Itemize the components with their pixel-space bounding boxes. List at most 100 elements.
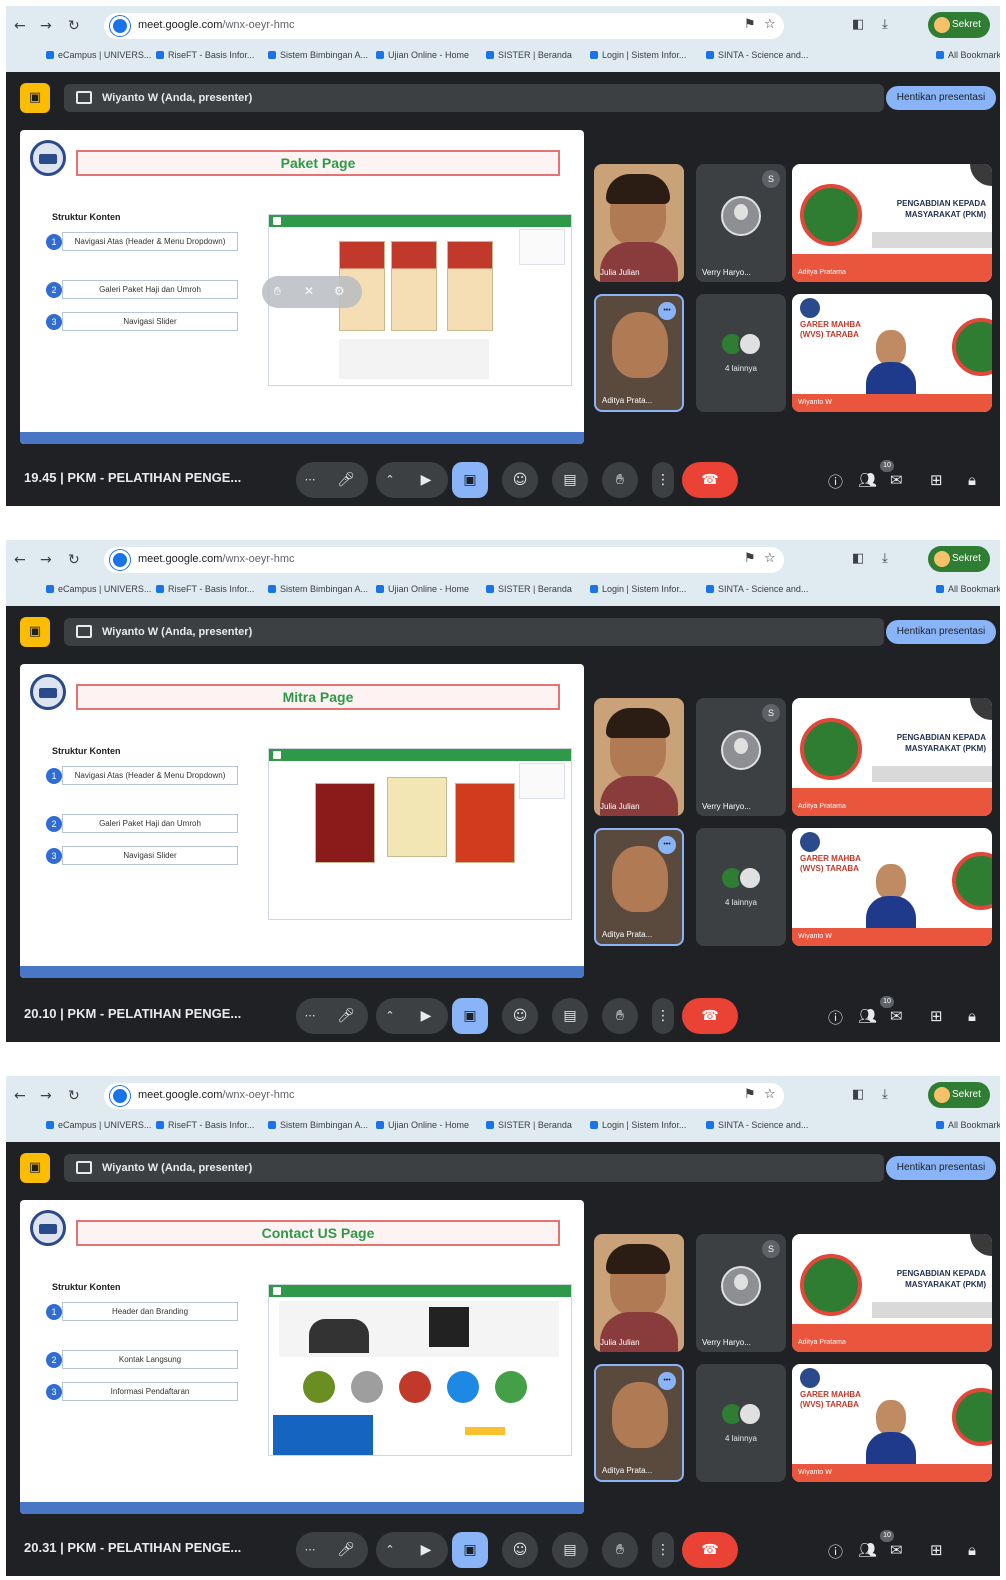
camera-options-button[interactable]: ⌃ [376, 1532, 404, 1568]
mic-button[interactable]: 🎤︎ [324, 1532, 368, 1568]
chat-icon[interactable]: ✉︎ [890, 471, 903, 489]
end-call-button[interactable]: ☎︎ [682, 462, 738, 498]
profile-button[interactable]: Sekret [928, 1082, 990, 1108]
bookmark-item[interactable]: RiseFT - Basis Infor... [156, 1120, 254, 1130]
bookmark-item[interactable]: RiseFT - Basis Infor... [156, 584, 254, 594]
bookmark-item[interactable]: eCampus | UNIVERS... [46, 1120, 151, 1130]
extensions-icon[interactable]: ◧ [852, 1087, 864, 1102]
translate-icon[interactable]: ⚑ [744, 17, 756, 32]
translate-icon[interactable]: ⚑ [744, 551, 756, 566]
camera-button[interactable]: ▶ [404, 1532, 448, 1568]
others-tile[interactable]: 4 lainnya [696, 828, 786, 946]
info-icon[interactable]: ⓘ [828, 1541, 843, 1562]
address-bar[interactable]: meet.google.com/wnx-oeyr-hmc ⚑ ☆ [104, 13, 784, 39]
forward-icon[interactable]: → [40, 18, 52, 34]
bookmark-item[interactable]: Login | Sistem Infor... [590, 50, 686, 60]
bookmark-item[interactable]: Login | Sistem Infor... [590, 1120, 686, 1130]
raise-hand-button[interactable]: ✋︎ [602, 998, 638, 1034]
back-icon[interactable]: ← [14, 552, 26, 568]
emoji-button[interactable]: ☺ [502, 998, 538, 1034]
extensions-icon[interactable]: ◧ [852, 551, 864, 566]
bookmark-item[interactable]: SINTA - Science and... [706, 584, 808, 594]
hand-icon[interactable]: ✋︎ [274, 284, 281, 299]
others-tile[interactable]: 4 lainnya [696, 294, 786, 412]
back-icon[interactable]: ← [14, 1088, 26, 1104]
camera-button[interactable]: ▶ [404, 462, 448, 498]
camera-button[interactable]: ▶ [404, 998, 448, 1034]
present-button[interactable]: ▣ [452, 1532, 488, 1568]
more-options-button[interactable]: ⋮ [652, 462, 674, 498]
bookmark-item[interactable]: All Bookmarks [936, 50, 1000, 60]
bookmark-item[interactable]: Login | Sistem Infor... [590, 584, 686, 594]
download-icon[interactable]: ⤓ [882, 551, 888, 566]
present-button[interactable]: ▣ [452, 462, 488, 498]
bookmark-item[interactable]: All Bookmarks [936, 584, 1000, 594]
back-icon[interactable]: ← [14, 18, 26, 34]
lock-icon[interactable]: 🔒︎ [968, 1541, 976, 1559]
bookmark-item[interactable]: SISTER | Beranda [486, 584, 572, 594]
stop-presenting-button[interactable]: Hentikan presentasi [886, 86, 996, 110]
activities-icon[interactable]: ⊞ [930, 471, 943, 489]
mic-button[interactable]: 🎤︎ [324, 998, 368, 1034]
stop-presenting-button[interactable]: Hentikan presentasi [886, 1156, 996, 1180]
address-bar[interactable]: meet.google.com/wnx-oeyr-hmc ⚑ ☆ [104, 1083, 784, 1109]
bookmark-item[interactable]: SINTA - Science and... [706, 1120, 808, 1130]
reload-icon[interactable]: ↻ [68, 552, 80, 568]
bookmark-item[interactable]: Sistem Bimbingan A... [268, 50, 368, 60]
chat-icon[interactable]: ✉︎ [890, 1007, 903, 1025]
bookmark-item[interactable]: Ujian Online - Home [376, 584, 469, 594]
info-icon[interactable]: ⓘ [828, 1007, 843, 1028]
emoji-button[interactable]: ☺ [502, 1532, 538, 1568]
captions-button[interactable]: ▤ [552, 998, 588, 1034]
bookmark-item[interactable]: Sistem Bimbingan A... [268, 584, 368, 594]
star-icon[interactable]: ☆ [764, 1087, 776, 1102]
lock-icon[interactable]: 🔒︎ [968, 471, 976, 489]
others-tile[interactable]: 4 lainnya [696, 1364, 786, 1482]
camera-options-button[interactable]: ⌃ [376, 998, 404, 1034]
download-icon[interactable]: ⤓ [882, 17, 888, 32]
forward-icon[interactable]: → [40, 1088, 52, 1104]
bookmark-item[interactable]: RiseFT - Basis Infor... [156, 50, 254, 60]
star-icon[interactable]: ☆ [764, 17, 776, 32]
chat-icon[interactable]: ✉︎ [890, 1541, 903, 1559]
extensions-icon[interactable]: ◧ [852, 17, 864, 32]
reload-icon[interactable]: ↻ [68, 18, 80, 34]
mic-button[interactable]: 🎤︎ [324, 462, 368, 498]
mute-icon[interactable]: ✕ [304, 284, 314, 298]
forward-icon[interactable]: → [40, 552, 52, 568]
bookmark-item[interactable]: Sistem Bimbingan A... [268, 1120, 368, 1130]
more-options-button[interactable]: ⋮ [652, 998, 674, 1034]
profile-button[interactable]: Sekret [928, 12, 990, 38]
download-icon[interactable]: ⤓ [882, 1087, 888, 1102]
activities-icon[interactable]: ⊞ [930, 1541, 943, 1559]
translate-icon[interactable]: ⚑ [744, 1087, 756, 1102]
bookmark-item[interactable]: eCampus | UNIVERS... [46, 584, 151, 594]
people-icon[interactable]: 👥︎ [858, 1007, 877, 1025]
more-options-button[interactable]: ⋮ [652, 1532, 674, 1568]
captions-button[interactable]: ▤ [552, 1532, 588, 1568]
stop-presenting-button[interactable]: Hentikan presentasi [886, 620, 996, 644]
reload-icon[interactable]: ↻ [68, 1088, 80, 1104]
activities-icon[interactable]: ⊞ [930, 1007, 943, 1025]
captions-button[interactable]: ▤ [552, 462, 588, 498]
end-call-button[interactable]: ☎︎ [682, 1532, 738, 1568]
emoji-button[interactable]: ☺ [502, 462, 538, 498]
mic-options-button[interactable]: ⋯ [296, 1532, 324, 1568]
people-icon[interactable]: 👥︎ [858, 471, 877, 489]
bookmark-item[interactable]: Ujian Online - Home [376, 50, 469, 60]
address-bar[interactable]: meet.google.com/wnx-oeyr-hmc ⚑ ☆ [104, 547, 784, 573]
bookmark-item[interactable]: SINTA - Science and... [706, 50, 808, 60]
raise-hand-button[interactable]: ✋︎ [602, 462, 638, 498]
bookmark-item[interactable]: Ujian Online - Home [376, 1120, 469, 1130]
end-call-button[interactable]: ☎︎ [682, 998, 738, 1034]
present-button[interactable]: ▣ [452, 998, 488, 1034]
lock-icon[interactable]: 🔒︎ [968, 1007, 976, 1025]
bookmark-item[interactable]: eCampus | UNIVERS... [46, 50, 151, 60]
bookmark-item[interactable]: SISTER | Beranda [486, 50, 572, 60]
bookmark-item[interactable]: All Bookmarks [936, 1120, 1000, 1130]
star-icon[interactable]: ☆ [764, 551, 776, 566]
info-icon[interactable]: ⓘ [828, 471, 843, 492]
settings-icon[interactable]: ⚙︎ [334, 284, 345, 298]
bookmark-item[interactable]: SISTER | Beranda [486, 1120, 572, 1130]
mic-options-button[interactable]: ⋯ [296, 998, 324, 1034]
